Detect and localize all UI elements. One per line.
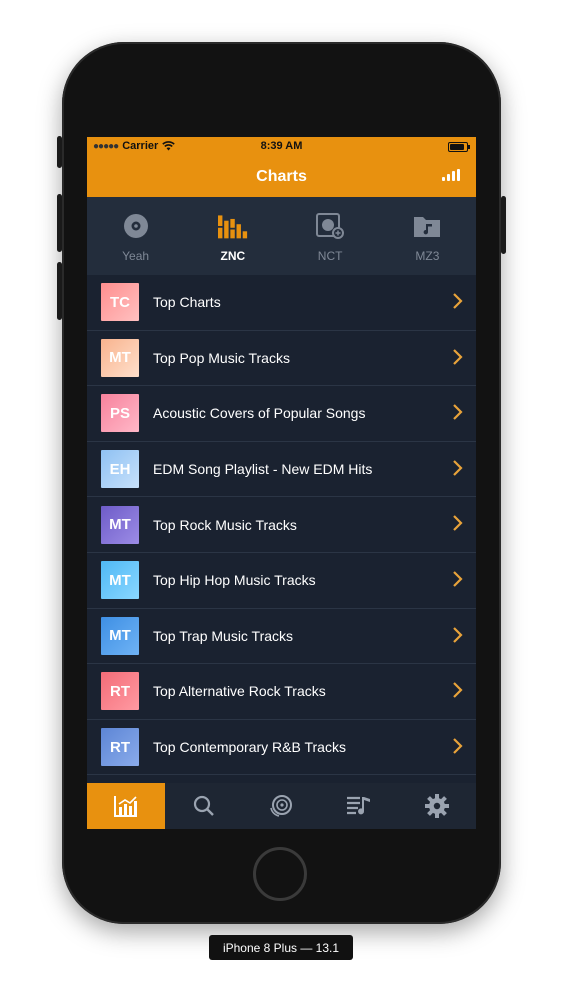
status-bar: ●●●●● Carrier 8:39 AM — [87, 137, 476, 157]
source-label: ZNC — [220, 249, 246, 263]
chart-list-item[interactable]: MT Top Rock Music Tracks — [87, 497, 476, 553]
chart-list-item[interactable]: MT Top Trap Music Tracks — [87, 609, 476, 665]
chart-list-item[interactable]: MT Top Hip Hop Music Tracks — [87, 553, 476, 609]
page-title: Charts — [256, 168, 307, 185]
source-tab-mz3[interactable]: MZ3 — [379, 197, 476, 275]
chart-list-item[interactable]: RT Top Contemporary R&B Tracks — [87, 720, 476, 776]
tab-settings[interactable] — [398, 783, 476, 829]
mute-switch — [57, 136, 62, 168]
source-label: NCT — [317, 249, 343, 263]
chart-icon — [113, 796, 137, 817]
chart-badge: MT — [101, 505, 139, 544]
device-label: iPhone 8 Plus — 13.1 — [209, 935, 353, 960]
chart-list: TC Top Charts MT Top Pop Music Tracks PS Acou… — [87, 275, 476, 829]
source-label: Yeah — [122, 249, 150, 263]
chart-title: Top Contemporary R&B Tracks — [153, 739, 346, 756]
music-box-icon — [315, 211, 345, 241]
music-folder-icon — [412, 211, 442, 241]
disc-icon — [270, 795, 293, 817]
chart-title: Top Rock Music Tracks — [153, 516, 297, 533]
chevron-right-icon — [453, 737, 463, 754]
chart-title: EDM Song Playlist - New EDM Hits — [153, 461, 373, 478]
source-label: MZ3 — [415, 249, 440, 263]
chart-title: Acoustic Covers of Popular Songs — [153, 405, 366, 422]
equalizer-icon — [217, 211, 248, 241]
chart-badge: MT — [101, 561, 139, 600]
chart-badge: RT — [101, 728, 139, 767]
chevron-right-icon — [453, 348, 463, 365]
chevron-right-icon — [453, 682, 463, 698]
tab-discover[interactable] — [243, 783, 321, 829]
chart-title: Top Charts — [153, 294, 221, 311]
volume-up-button — [57, 194, 62, 252]
chart-title: Top Pop Music Tracks — [153, 349, 290, 366]
playlist-icon — [347, 796, 371, 815]
source-tab-znc[interactable]: ZNC — [184, 197, 281, 275]
tab-bar — [87, 783, 476, 829]
chart-badge: MT — [101, 616, 139, 655]
home-button[interactable] — [253, 847, 307, 901]
chart-badge: RT — [101, 672, 139, 711]
disc-icon — [121, 211, 151, 241]
chart-list-item[interactable]: MT Top Pop Music Tracks — [87, 331, 476, 387]
tab-charts[interactable] — [87, 783, 165, 829]
chevron-right-icon — [453, 571, 463, 587]
chart-badge: EH — [101, 450, 139, 489]
chevron-right-icon — [453, 404, 463, 420]
chart-badge: PS — [101, 394, 139, 433]
chevron-right-icon — [453, 626, 463, 643]
chevron-right-icon — [453, 515, 463, 532]
chart-title: Top Trap Music Tracks — [153, 627, 294, 644]
chart-list-item[interactable]: PS Acoustic Covers of Popular Songs — [87, 386, 476, 442]
chevron-right-icon — [453, 460, 463, 476]
navigation-bar: Charts — [87, 157, 476, 197]
signal-bars-icon[interactable] — [442, 169, 460, 181]
volume-down-button — [57, 262, 62, 320]
battery-icon — [448, 142, 470, 152]
chart-list-item[interactable]: TC Top Charts — [87, 275, 476, 331]
chart-list-item[interactable]: RT Top Alternative Rock Tracks — [87, 664, 476, 720]
chart-badge: MT — [101, 338, 139, 377]
source-selector: Yeah ZNC NCT MZ3 — [87, 197, 476, 275]
chart-title: Top Alternative Rock Tracks — [153, 683, 326, 700]
chart-title: Top Hip Hop Music Tracks — [153, 572, 316, 589]
power-button — [501, 196, 506, 254]
source-tab-yeah[interactable]: Yeah — [87, 197, 184, 275]
app-screen: ●●●●● Carrier 8:39 AM Charts Yeah ZNC NC… — [87, 137, 476, 829]
chart-badge: TC — [101, 283, 139, 322]
tab-search[interactable] — [165, 783, 243, 829]
chart-list-item[interactable]: EH EDM Song Playlist - New EDM Hits — [87, 442, 476, 498]
search-icon — [193, 795, 214, 816]
status-time: 8:39 AM — [260, 140, 303, 152]
tab-playlists[interactable] — [320, 783, 398, 829]
chevron-right-icon — [453, 293, 463, 309]
gear-icon — [425, 794, 450, 818]
source-tab-nct[interactable]: NCT — [282, 197, 379, 275]
